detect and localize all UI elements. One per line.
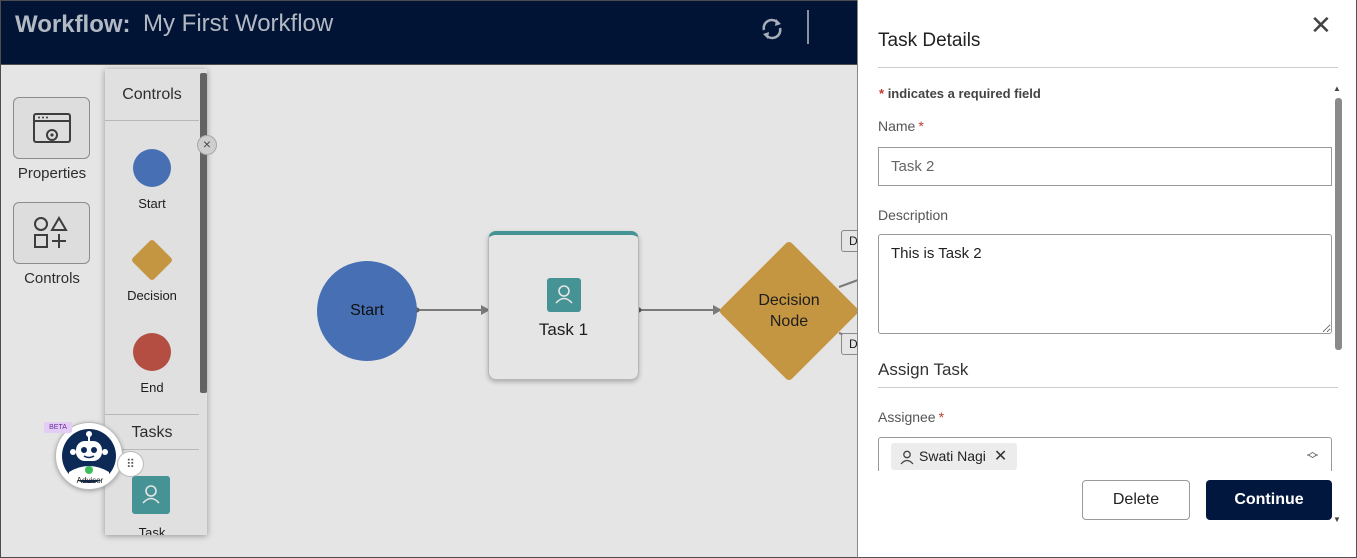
scroll-up-icon[interactable]: ▲ — [1333, 84, 1341, 93]
delete-button[interactable]: Delete — [1082, 480, 1190, 520]
edge-label-bottom[interactable]: D — [841, 333, 858, 355]
name-input[interactable] — [878, 147, 1332, 186]
description-textarea[interactable]: This is Task 2 — [878, 234, 1332, 334]
assignee-chip-label: Swati Nagi — [919, 448, 986, 464]
sync-icon[interactable] — [757, 14, 787, 44]
advisor-label: Advisor — [76, 476, 104, 485]
decision-label-line1: Decision — [758, 292, 820, 309]
required-note-star: * — [879, 86, 885, 101]
assignee-label-text: Assignee — [878, 409, 936, 425]
continue-button[interactable]: Continue — [1206, 480, 1332, 520]
decision-node-label: Decision Node — [733, 290, 845, 332]
name-required-star: * — [918, 118, 924, 134]
panel-scroll-thumb[interactable] — [1335, 98, 1342, 350]
assignee-select[interactable]: Swati Nagi ✕ ︿ ﹀ — [878, 437, 1332, 471]
remove-chip-icon[interactable]: ✕ — [994, 443, 1007, 470]
panel-title: Task Details — [878, 30, 981, 51]
title-divider — [878, 67, 1338, 68]
workflow-canvas[interactable]: Properties Controls Controls Start Decis… — [0, 65, 860, 558]
name-label: Name * — [878, 118, 924, 134]
drag-handle-icon[interactable]: ⠿ — [117, 451, 144, 477]
decision-label-line2: Node — [769, 313, 809, 330]
edge-label-top[interactable]: D — [841, 230, 858, 252]
required-note-text: indicates a required field — [887, 86, 1041, 101]
description-label: Description — [878, 207, 949, 223]
assignee-label: Assignee * — [878, 409, 944, 425]
task-node[interactable]: Task 1 — [488, 231, 639, 380]
header-divider — [807, 10, 809, 44]
workflow-label: Workflow: — [15, 11, 131, 38]
name-label-text: Name — [878, 118, 916, 134]
scroll-down-icon[interactable]: ▼ — [1333, 515, 1341, 524]
assign-divider — [878, 387, 1338, 388]
workflow-name[interactable]: My First Workflow — [143, 10, 333, 38]
task-details-panel: Task Details ✕ * indicates a required fi… — [857, 0, 1357, 558]
close-icon[interactable]: ✕ — [1310, 12, 1332, 38]
user-icon — [900, 450, 914, 464]
task-node-label: Task 1 — [538, 320, 589, 339]
assignee-chip: Swati Nagi ✕ — [891, 443, 1018, 470]
task-user-icon — [547, 278, 581, 312]
start-node[interactable]: Start — [317, 261, 417, 361]
assignee-required-star: * — [938, 409, 945, 425]
required-field-note: * indicates a required field — [879, 86, 1041, 101]
beta-badge: BETA — [44, 422, 72, 433]
select-caret-icon[interactable]: ︿ ﹀ — [1307, 447, 1318, 466]
assign-task-heading: Assign Task — [878, 360, 969, 379]
